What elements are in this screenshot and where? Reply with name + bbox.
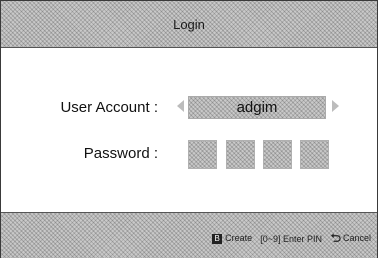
pin-digit-3[interactable] bbox=[263, 140, 292, 169]
cancel-hint[interactable]: Cancel bbox=[330, 233, 371, 244]
create-hint[interactable]: B Create bbox=[212, 233, 252, 244]
create-label: Create bbox=[225, 233, 253, 244]
dialog-title: Login bbox=[173, 16, 205, 32]
pin-digit-1[interactable] bbox=[188, 140, 217, 169]
b-key-icon: B bbox=[212, 233, 223, 244]
pin-hint: [0~9] Enter PIN bbox=[260, 233, 322, 244]
pin-digit-4[interactable] bbox=[300, 140, 329, 169]
user-account-selector[interactable]: adgim bbox=[188, 96, 326, 119]
cancel-label: Cancel bbox=[342, 233, 371, 243]
password-label: Password : bbox=[83, 145, 158, 162]
dialog-header: Login bbox=[1, 1, 377, 48]
arrow-left-icon[interactable] bbox=[177, 100, 184, 112]
return-icon bbox=[330, 233, 341, 242]
user-account-value: adgim bbox=[236, 99, 278, 116]
login-dialog: Login User Account : adgim Password : BC… bbox=[0, 0, 378, 258]
pin-digit-2[interactable] bbox=[226, 140, 255, 169]
arrow-right-icon[interactable] bbox=[332, 100, 339, 112]
user-account-label: User Account : bbox=[60, 99, 158, 116]
footer-hints: B Create [0~9] Enter PIN Cancel bbox=[212, 233, 371, 244]
